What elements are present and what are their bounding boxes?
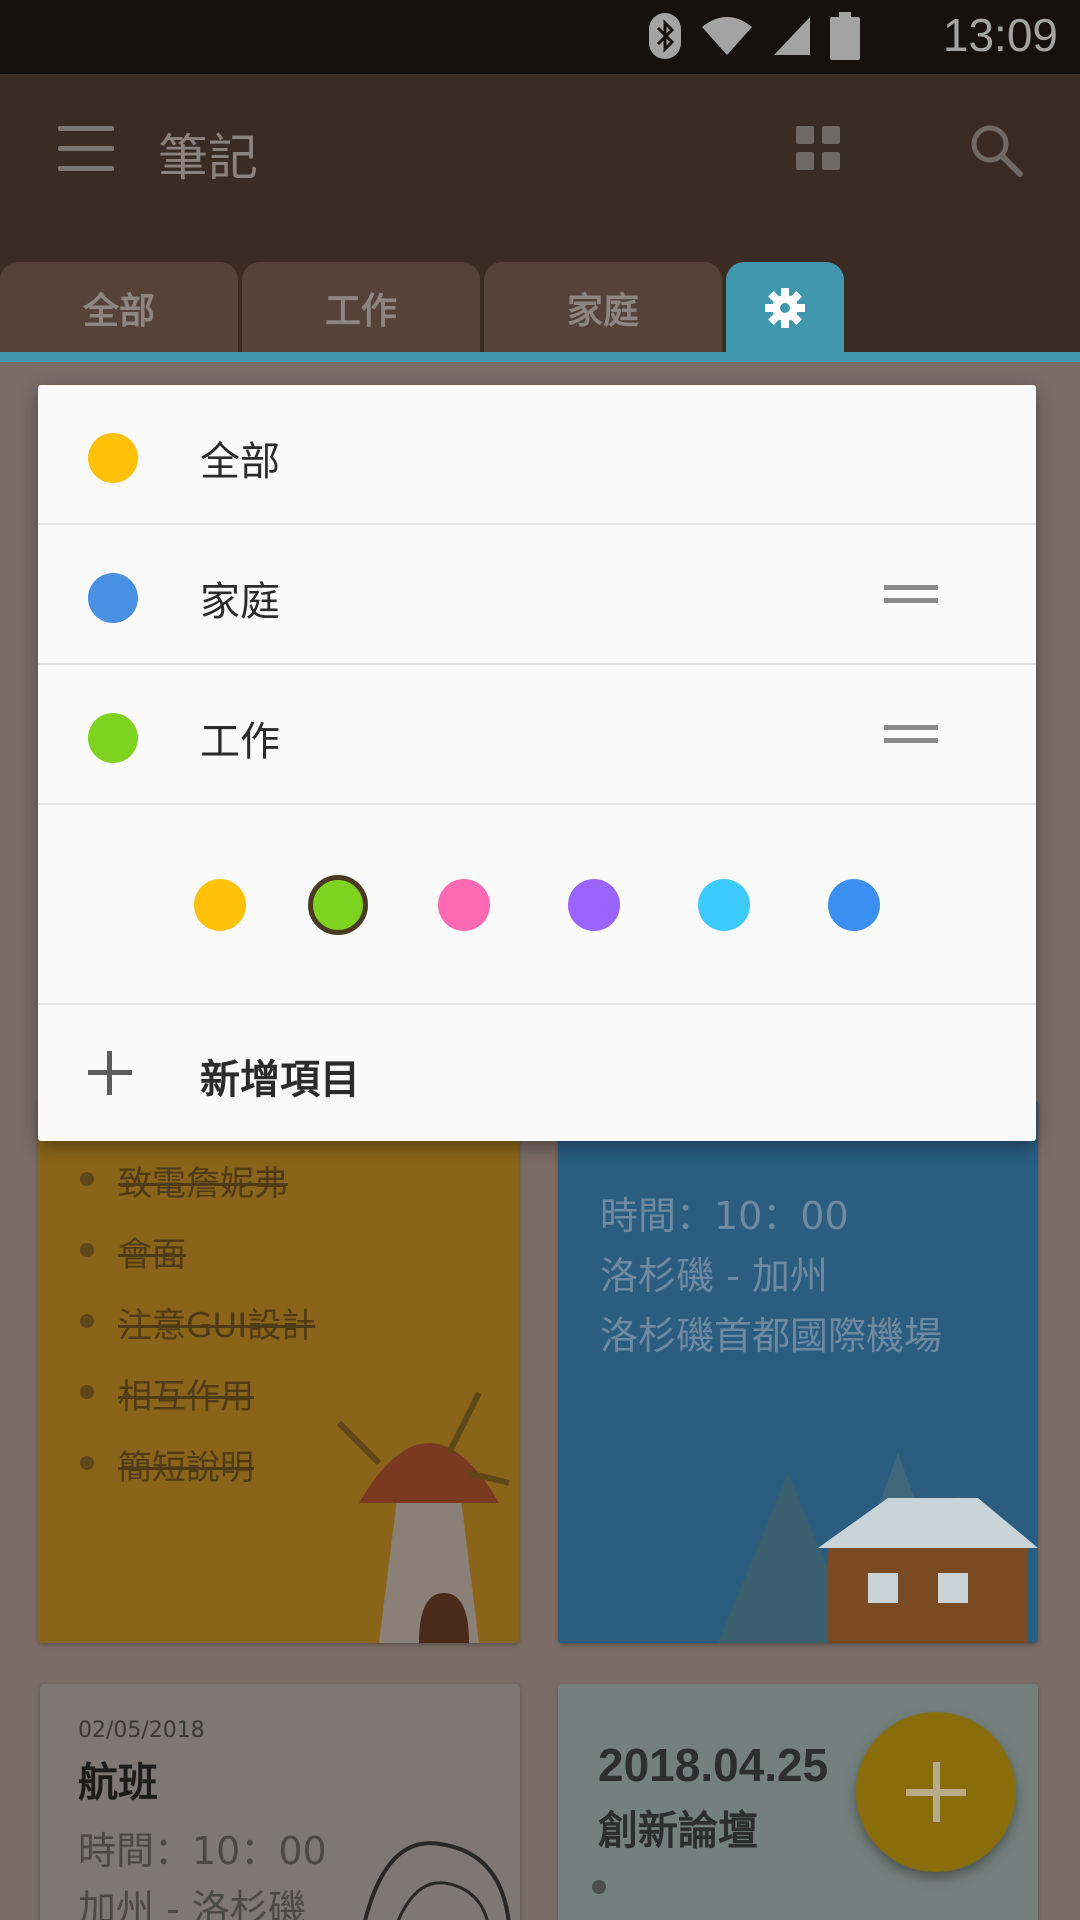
bullet-dot	[592, 1880, 606, 1894]
note-date: 2018.04.25	[598, 1739, 829, 1791]
note-title: 航班	[78, 1760, 158, 1806]
status-icons	[648, 12, 860, 60]
todo-item: 相互作用	[80, 1369, 315, 1418]
category-item-family[interactable]: 家庭	[38, 525, 1036, 665]
add-category-button[interactable]: 新增項目	[38, 1005, 1036, 1141]
note-line: 洛杉磯首都國際機場	[600, 1314, 943, 1358]
gear-icon	[765, 288, 805, 328]
color-swatch-yellow[interactable]	[194, 879, 246, 931]
category-item-work[interactable]: 工作	[38, 665, 1036, 805]
note-body: 時間：10：00 洛杉磯 - 加州 洛杉磯首都國際機場	[600, 1186, 942, 1366]
tab-family[interactable]: 家庭	[484, 262, 722, 354]
status-bar: 13:09	[0, 0, 1080, 74]
note-title: 創新論壇	[598, 1808, 758, 1854]
tab-work[interactable]: 工作	[242, 262, 480, 354]
grid-view-icon[interactable]	[796, 126, 840, 170]
note-date: 02/05/2018	[78, 1718, 205, 1743]
todo-list: 致電詹妮弗 會面 注意GUI設計 相互作用 簡短說明	[80, 1156, 315, 1511]
add-note-button[interactable]	[856, 1712, 1016, 1872]
color-dot	[88, 433, 138, 483]
tab-all[interactable]: 全部	[0, 262, 238, 354]
note-body: 時間：10：00 加州 - 洛杉磯	[78, 1822, 327, 1920]
todo-item: 致電詹妮弗	[80, 1156, 315, 1205]
search-icon[interactable]	[968, 122, 1024, 178]
signal-icon	[774, 17, 810, 55]
sketch-illustration	[363, 1841, 511, 1920]
category-label: 家庭	[200, 579, 280, 625]
note-line: 加州 - 洛杉磯	[78, 1887, 306, 1920]
color-swatch-purple[interactable]	[568, 879, 620, 931]
note-line: 洛杉磯 - 加州	[600, 1254, 828, 1298]
category-menu: 全部 家庭 工作 新增項目	[38, 385, 1036, 1141]
color-swatch-green[interactable]	[308, 875, 368, 935]
add-category-label: 新增項目	[200, 1057, 360, 1103]
todo-item: 簡短說明	[80, 1440, 315, 1489]
drag-handle-icon[interactable]	[884, 725, 938, 743]
category-tabs: 全部 工作 家庭	[0, 262, 844, 354]
clock: 13:09	[942, 9, 1058, 61]
menu-icon[interactable]	[58, 126, 114, 172]
category-label: 工作	[200, 719, 280, 765]
page-title: 筆記	[158, 129, 258, 187]
color-dot	[88, 713, 138, 763]
color-swatch-pink[interactable]	[438, 879, 490, 931]
note-line: 時間：10：00	[600, 1194, 849, 1238]
todo-item: 注意GUI設計	[80, 1298, 315, 1347]
windmill-illustration	[336, 1391, 510, 1643]
color-swatch-blue[interactable]	[828, 879, 880, 931]
battery-icon	[830, 12, 860, 60]
color-dot	[88, 573, 138, 623]
note-line: 時間：10：00	[78, 1829, 327, 1873]
note-card-flight[interactable]: 02/05/2018 航班 時間：10：00 加州 - 洛杉磯	[40, 1684, 520, 1920]
category-item-all[interactable]: 全部	[38, 385, 1036, 525]
bluetooth-icon	[649, 13, 681, 59]
note-card-todo[interactable]: 致電詹妮弗 會面 注意GUI設計 相互作用 簡短說明	[38, 1100, 519, 1643]
drag-handle-icon[interactable]	[884, 585, 938, 603]
tab-indicator	[0, 352, 1080, 362]
tab-settings[interactable]	[726, 262, 844, 354]
color-palette	[38, 805, 1036, 1005]
winter-house-illustration	[718, 1453, 1038, 1643]
category-label: 全部	[200, 439, 280, 485]
todo-item: 會面	[80, 1227, 315, 1276]
wifi-icon	[702, 17, 752, 55]
color-swatch-cyan[interactable]	[698, 879, 750, 931]
note-card-flight-la[interactable]: 時間：10：00 洛杉磯 - 加州 洛杉磯首都國際機場	[558, 1100, 1038, 1643]
plus-icon	[88, 1051, 132, 1095]
